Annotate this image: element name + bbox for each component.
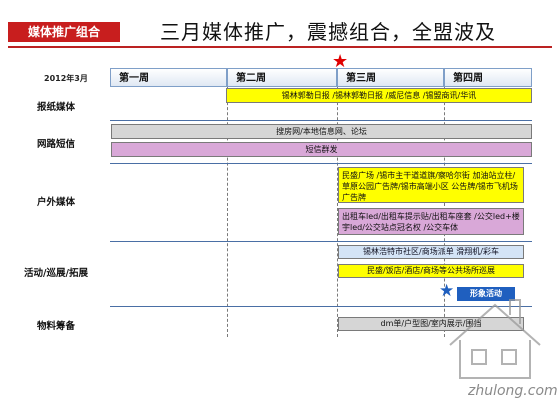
row-label-outdoor: 户外媒体 bbox=[36, 197, 75, 208]
bar-newspaper: 锡林郭勒日报 /锡林郭勒日报 /威尼信息 /锡盟商讯/华讯 bbox=[226, 88, 532, 103]
week-2-header: 第二周 bbox=[227, 68, 337, 87]
watermark-house-logo bbox=[449, 299, 541, 379]
bar-web: 搜房网/本地信息网、论坛 bbox=[111, 124, 532, 139]
row-label-materials: 物料筹备 bbox=[36, 321, 75, 332]
bar-events-2: 民盛/饭店/酒店/商场等公共场所巡展 bbox=[338, 264, 524, 278]
current-date-star-icon: ★ bbox=[332, 51, 349, 72]
row-separator bbox=[110, 163, 532, 164]
week-4-header: 第四周 bbox=[444, 68, 532, 87]
week-1-header: 第一周 bbox=[110, 68, 227, 87]
bar-events-1: 锡林浩特市社区/商场派单 滑翔机/彩车 bbox=[338, 245, 524, 259]
week-3-header: 第三周 bbox=[337, 68, 444, 87]
row-separator bbox=[110, 241, 532, 242]
row-separator bbox=[110, 120, 532, 121]
bar-outdoor-1: 民盛广场 /锡市主干道道旗/察哈尔街 加油站立柱/草原公园广告牌/锡市高端小区 … bbox=[338, 167, 524, 203]
title-divider bbox=[8, 46, 552, 48]
watermark-text: zhulong.com bbox=[468, 383, 558, 399]
section-tag: 媒体推广组合 bbox=[8, 22, 120, 42]
bar-sms: 短信群发 bbox=[111, 142, 532, 157]
bar-outdoor-2: 出租车led/出租车提示贴/出租车座套 /公交led+楼宇led/公交站点冠名权… bbox=[338, 208, 524, 235]
row-label-events: 活动/巡展/拓展 bbox=[24, 268, 88, 279]
row-label-newspaper: 报纸媒体 bbox=[36, 102, 75, 113]
row-label-web-sms: 网路短信 bbox=[36, 139, 75, 150]
year-month-label: 2012年3月 bbox=[44, 74, 88, 83]
page-title: 三月媒体推广，震撼组合，全盟波及 bbox=[160, 20, 496, 44]
